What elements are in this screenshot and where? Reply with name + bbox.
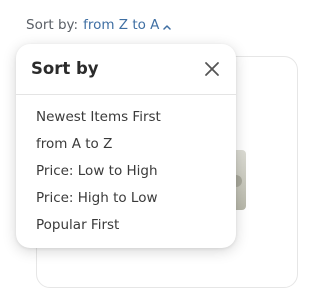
sort-option-price-low-high[interactable]: Price: Low to High (16, 161, 236, 188)
sort-dropdown-trigger[interactable]: Sort by: from Z to A (26, 16, 172, 34)
sort-option-popular[interactable]: Popular First (16, 215, 236, 242)
sort-label: Sort by: (26, 17, 79, 33)
sort-option-a-to-z[interactable]: from A to Z (16, 134, 236, 161)
sort-popover: Sort by Newest Items First from A to Z P… (16, 44, 236, 248)
chevron-up-icon (163, 18, 172, 34)
sort-options-list: Newest Items First from A to Z Price: Lo… (16, 107, 236, 242)
sort-value-text: from Z to A (83, 17, 160, 33)
sort-current-value[interactable]: from Z to A (83, 16, 172, 34)
sort-option-newest[interactable]: Newest Items First (16, 107, 236, 134)
close-icon[interactable] (202, 59, 222, 79)
sort-option-price-high-low[interactable]: Price: High to Low (16, 188, 236, 215)
popover-title: Sort by (31, 59, 99, 78)
popover-header: Sort by (16, 44, 236, 95)
